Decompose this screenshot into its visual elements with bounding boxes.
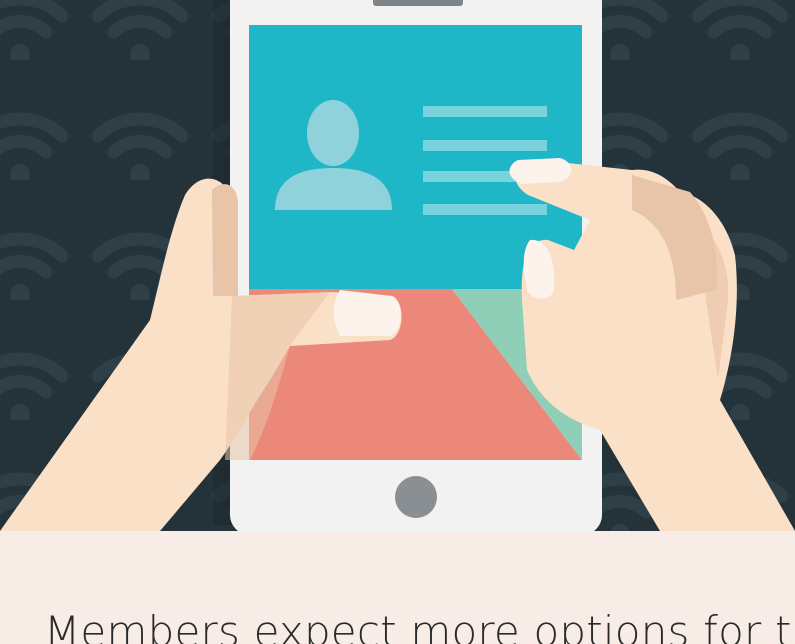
right-index-nail [509, 158, 572, 184]
caption-band: Members expect more options for t [0, 531, 795, 644]
left-thumb-nail [334, 290, 401, 336]
phone-speaker [373, 0, 463, 6]
home-button-icon [395, 476, 437, 518]
hero-illustration [0, 0, 795, 531]
caption-text: Members expect more options for t [44, 607, 792, 644]
